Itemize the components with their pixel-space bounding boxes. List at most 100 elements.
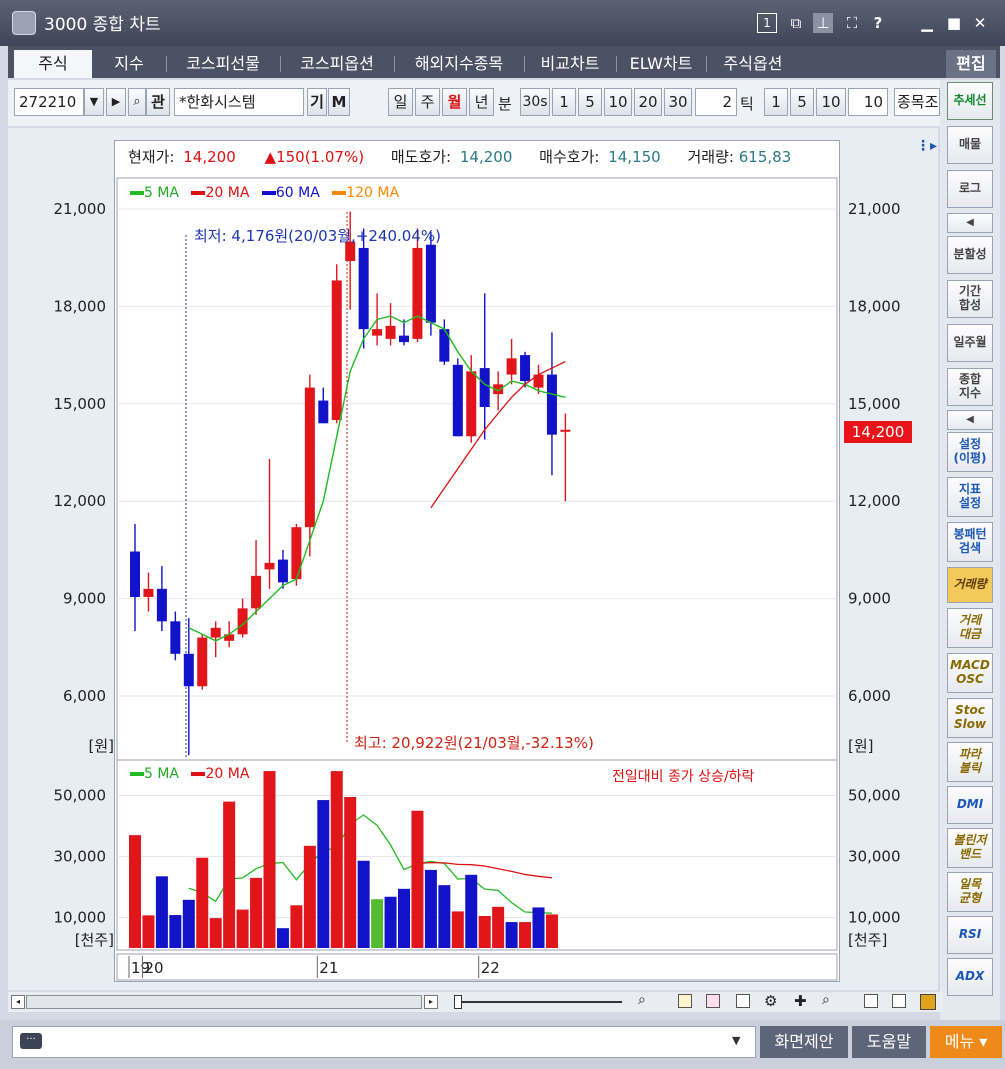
legend-ma5: 5 MA xyxy=(130,185,179,201)
sidebar-log-button[interactable]: 로그 xyxy=(947,170,993,208)
price-tick-right: 6,000 xyxy=(848,687,891,705)
toolbar-icon-2[interactable] xyxy=(706,994,720,1008)
message-input[interactable] xyxy=(12,1026,756,1058)
volume-bar xyxy=(223,801,236,948)
sidebar-ichimoku-button[interactable]: 일목 균형 xyxy=(947,872,993,912)
volume-bar xyxy=(532,907,545,948)
volume-bar xyxy=(209,918,222,948)
zoom-in-icon[interactable]: ✚ xyxy=(794,992,807,1010)
candle-body xyxy=(183,653,194,687)
volume-bar xyxy=(424,869,437,948)
candle-body xyxy=(264,562,275,570)
toolbar-icon-3[interactable] xyxy=(736,994,750,1008)
price-unit-right: [원] xyxy=(848,737,874,755)
price-volume-chart[interactable]: 21,000 21,000 18,000 18,000 15,000 15,000 12,0… xyxy=(0,0,1005,1069)
sidebar-volume-profile-button[interactable]: 매물 xyxy=(947,126,993,164)
toolbar-icon-4[interactable] xyxy=(864,994,878,1008)
volume-tick-right: 50,000 xyxy=(848,787,901,805)
message-dropdown-icon[interactable]: ▼ xyxy=(732,1034,740,1047)
sidebar-trendline-button[interactable]: 추세선 xyxy=(947,82,993,120)
volume-bar xyxy=(545,914,558,948)
toolbar-icon-6[interactable] xyxy=(920,994,936,1010)
sidebar-trade-value-button[interactable]: 거래 대금 xyxy=(947,608,993,648)
candle-body xyxy=(399,335,409,343)
sidebar-volume-button[interactable]: 거래량 xyxy=(947,567,993,603)
volume-bar xyxy=(357,860,370,948)
candle-body xyxy=(560,429,571,432)
volume-bar xyxy=(478,915,491,948)
candle-body xyxy=(506,358,517,375)
menu-button[interactable]: 메뉴 ▾ xyxy=(930,1026,1002,1058)
sidebar-dwm-button[interactable]: 일주월 xyxy=(947,324,993,362)
candle-body xyxy=(479,368,490,408)
volume-bar xyxy=(330,771,343,948)
sidebar-collapse-icon-2[interactable]: ◀ xyxy=(947,410,993,430)
right-sidebar: 추세선 매물 로그 ◀ 분할성 기간 합성 일주월 종합 지수 ◀ 설정 (이평… xyxy=(940,80,1000,1020)
low-annotation: 최저: 4,176원(20/03월,+240.04%) xyxy=(194,227,441,245)
price-tick-left: 21,000 xyxy=(54,200,107,218)
volume-bar xyxy=(465,874,478,948)
volume-unit-left: [천주] xyxy=(75,931,114,949)
sidebar-collapse-icon[interactable]: ◀ xyxy=(947,213,993,233)
sidebar-split-button[interactable]: 분할성 xyxy=(947,236,993,274)
settings-gear-icon[interactable]: ⚙ xyxy=(764,992,777,1010)
candle-body xyxy=(210,627,221,638)
volume-bar xyxy=(398,888,410,948)
sidebar-macd-button[interactable]: MACD OSC xyxy=(947,653,993,693)
legend-ma20: 20 MA xyxy=(191,185,249,201)
candle-body xyxy=(520,355,531,382)
volume-bar xyxy=(276,928,289,948)
volume-bar xyxy=(371,899,384,948)
candle-body xyxy=(143,588,154,597)
sidebar-period-merge-button[interactable]: 기간 합성 xyxy=(947,280,993,318)
volume-bar xyxy=(169,915,182,948)
volume-bar xyxy=(236,909,249,948)
legend-vol-ma5: 5 MA xyxy=(130,766,179,782)
sidebar-stochastic-button[interactable]: Stoc Slow xyxy=(947,698,993,738)
sidebar-bollinger-button[interactable]: 볼린저 밴드 xyxy=(947,828,993,868)
candle-body xyxy=(385,325,396,339)
scroll-right-icon[interactable]: ▸ xyxy=(424,995,438,1009)
chat-bubble-icon[interactable]: ··· xyxy=(20,1033,42,1049)
price-tick-right: 15,000 xyxy=(848,395,901,413)
sidebar-pattern-search-button[interactable]: 봉패턴 검색 xyxy=(947,522,993,562)
toolbar-icon-1[interactable] xyxy=(678,994,692,1008)
zoom-slider[interactable] xyxy=(454,1001,622,1003)
legend-vol-ma20: 20 MA xyxy=(191,766,249,782)
volume-tick-left: 10,000 xyxy=(54,909,107,927)
price-tick-left: 12,000 xyxy=(54,492,107,510)
price-pane xyxy=(116,177,838,761)
volume-note: 전일대비 종가 상승/하락 xyxy=(612,769,755,785)
volume-bar xyxy=(263,771,276,948)
help-button[interactable]: 도움말 xyxy=(852,1026,926,1058)
screen-suggest-button[interactable]: 화면제안 xyxy=(760,1026,848,1058)
sidebar-dmi-button[interactable]: DMI xyxy=(947,786,993,824)
sidebar-ma-settings-button[interactable]: 설정 (이평) xyxy=(947,432,993,472)
zoom-slider-handle[interactable] xyxy=(454,995,462,1009)
scroll-left-icon[interactable]: ◂ xyxy=(11,995,25,1009)
sidebar-rsi-button[interactable]: RSI xyxy=(947,916,993,954)
sidebar-parabolic-button[interactable]: 파라 볼릭 xyxy=(947,742,993,782)
volume-legend: 5 MA 20 MA xyxy=(130,766,249,782)
volume-bar xyxy=(438,885,451,948)
volume-bar xyxy=(290,905,303,948)
candle-body xyxy=(425,244,436,323)
volume-bar xyxy=(519,922,532,948)
sidebar-adx-button[interactable]: ADX xyxy=(947,958,993,996)
date-axis-pane xyxy=(116,953,838,981)
zoom-search-icon[interactable]: ⌕ xyxy=(638,992,646,1008)
candle-body xyxy=(452,364,463,437)
sidebar-indicator-settings-button[interactable]: 지표 설정 xyxy=(947,477,993,517)
toolbar-icon-5[interactable] xyxy=(892,994,906,1008)
price-tick-right: 18,000 xyxy=(848,297,901,315)
price-tick-left: 9,000 xyxy=(63,590,106,608)
date-label: 20 xyxy=(144,959,163,977)
volume-tick-right: 10,000 xyxy=(848,909,901,927)
candle-body xyxy=(358,247,369,330)
volume-bar xyxy=(492,906,505,948)
sidebar-composite-index-button[interactable]: 종합 지수 xyxy=(947,368,993,406)
current-price-badge: 14,200 xyxy=(844,421,912,443)
horizontal-scrollbar[interactable] xyxy=(26,995,422,1009)
zoom-search-icon-2[interactable]: ⌕ xyxy=(822,992,830,1008)
price-tick-left: 6,000 xyxy=(63,687,106,705)
